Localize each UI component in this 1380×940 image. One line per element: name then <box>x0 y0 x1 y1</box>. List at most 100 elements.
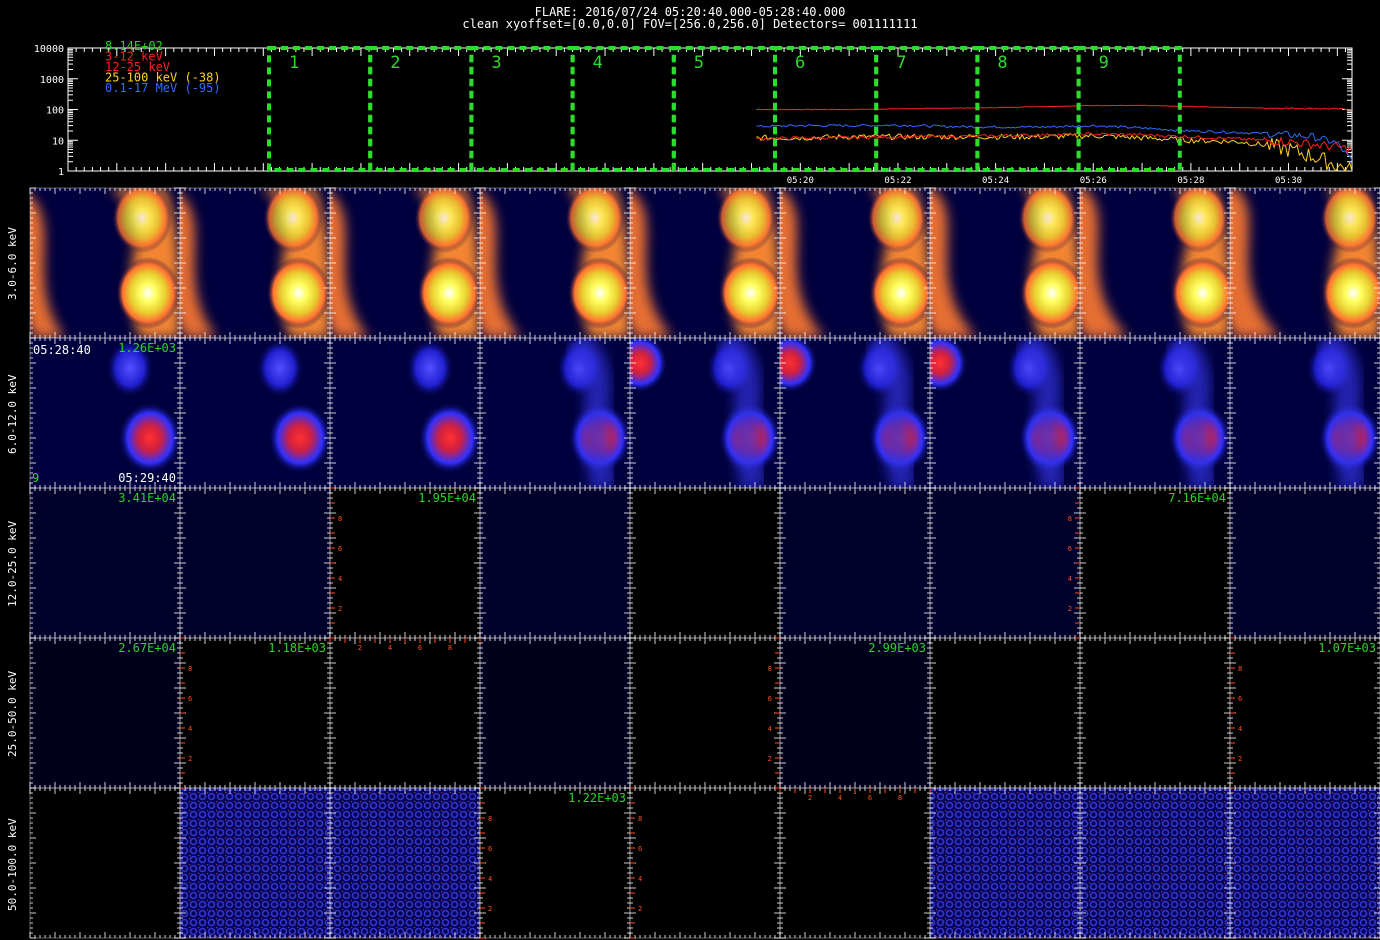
image-panel <box>180 488 330 638</box>
emission-arc <box>1165 338 1218 488</box>
lc-time-box <box>1076 46 1182 172</box>
panel-background <box>180 188 330 338</box>
noise-pattern <box>1080 788 1230 938</box>
plot-subtitle: clean xyoffset=[0.0,0.0] FOV=[256.0,256.… <box>462 17 918 31</box>
panel-frame <box>629 487 781 639</box>
lc-series-line <box>756 104 1353 111</box>
lc-box-label: 9 <box>1099 53 1109 73</box>
panel-background <box>1230 338 1380 488</box>
panel-background <box>780 788 930 938</box>
lightcurve-plot: 10000 1000 100 10 1 05:20 05:22 05:24 05:26 05:28… <box>34 39 1353 186</box>
source-blob <box>867 188 927 253</box>
lc-ytick-label: 100 <box>46 106 64 117</box>
emission-arc <box>1315 338 1368 488</box>
image-panel <box>930 338 1080 488</box>
panel-frame <box>1229 337 1380 489</box>
image-panel <box>30 488 180 638</box>
lc-xtick-label: 05:28 <box>1177 176 1204 186</box>
panel-frame <box>179 637 331 789</box>
panel-frame <box>1229 487 1380 639</box>
lc-box-label: 2 <box>390 53 400 73</box>
source-blob <box>118 402 180 474</box>
image-panel <box>780 638 930 788</box>
image-panel <box>180 338 330 488</box>
lc-box-label: 7 <box>896 53 906 73</box>
source-blob <box>112 188 172 253</box>
source-blob <box>556 338 604 398</box>
panel-frame <box>179 487 331 639</box>
lc-ytick-label: 10 <box>52 136 64 147</box>
image-panel <box>1080 788 1230 938</box>
source-blob <box>1169 188 1229 253</box>
source-blob <box>930 338 968 393</box>
lc-xtick-label: 05:26 <box>1080 176 1107 186</box>
panel-frame <box>1079 637 1231 789</box>
panel-frame <box>1229 187 1380 339</box>
lc-box-label: 6 <box>795 53 805 73</box>
lc-series-line <box>756 132 1353 155</box>
panel-frame <box>479 187 631 339</box>
image-panel <box>330 638 480 788</box>
panel-frame <box>179 187 331 339</box>
panel-frame <box>329 487 481 639</box>
panel-frame <box>779 337 931 489</box>
panel-background <box>1080 788 1230 938</box>
image-panel <box>1080 338 1230 488</box>
source-blob <box>418 402 480 474</box>
panel-background <box>480 338 630 488</box>
panel-background <box>780 338 930 488</box>
lc-xtick-label: 05:22 <box>884 176 911 186</box>
image-panel <box>1230 188 1380 338</box>
source-blob <box>256 338 304 398</box>
source-blob <box>718 257 780 329</box>
emission-arc <box>715 338 768 488</box>
lc-time-box <box>267 46 373 172</box>
panel-frame <box>929 487 1081 639</box>
panel-background <box>480 188 630 338</box>
image-panel <box>480 638 630 788</box>
image-panel <box>780 188 930 338</box>
panel-frame <box>179 337 331 489</box>
emission-arc <box>110 188 180 338</box>
image-panel <box>330 338 480 488</box>
image-panel <box>930 788 1080 938</box>
image-panel <box>330 788 480 938</box>
lc-xtick-label: 05:24 <box>982 176 1009 186</box>
source-blob <box>716 188 776 253</box>
panel-background <box>1080 188 1230 338</box>
emission-arc <box>566 188 630 338</box>
emission-arc <box>718 188 780 338</box>
emission-arc <box>480 191 521 338</box>
lc-time-box <box>570 46 676 172</box>
emission-arc <box>630 189 673 338</box>
image-panel <box>330 188 480 338</box>
image-panel <box>630 638 780 788</box>
panel-background <box>1080 338 1230 488</box>
source-blob <box>565 188 625 253</box>
source-blob <box>568 402 630 474</box>
noise-pattern <box>180 788 330 938</box>
panel-background <box>180 488 330 638</box>
lc-ytick-label: 10000 <box>34 44 64 55</box>
panel-frame <box>929 337 1081 489</box>
lc-box-label: 1 <box>289 53 299 73</box>
image-panel <box>480 338 630 488</box>
image-panel <box>780 338 930 488</box>
panel-background <box>1230 638 1380 788</box>
panel-background <box>1230 188 1380 338</box>
lc-ytick-label: 1000 <box>40 75 64 86</box>
emission-arc <box>780 188 825 338</box>
lc-time-box <box>671 46 777 172</box>
source-blob <box>780 338 818 393</box>
lc-box-label: 4 <box>593 53 603 73</box>
emission-arc <box>1230 188 1281 338</box>
panel-background <box>30 488 180 638</box>
source-blob <box>266 257 330 329</box>
panel-background <box>630 488 780 638</box>
panel-background <box>330 638 480 788</box>
panel-frame <box>29 637 181 789</box>
source-blob <box>869 257 930 329</box>
panel-background <box>630 188 780 338</box>
source-blob <box>1156 338 1204 398</box>
source-blob <box>1170 257 1230 329</box>
